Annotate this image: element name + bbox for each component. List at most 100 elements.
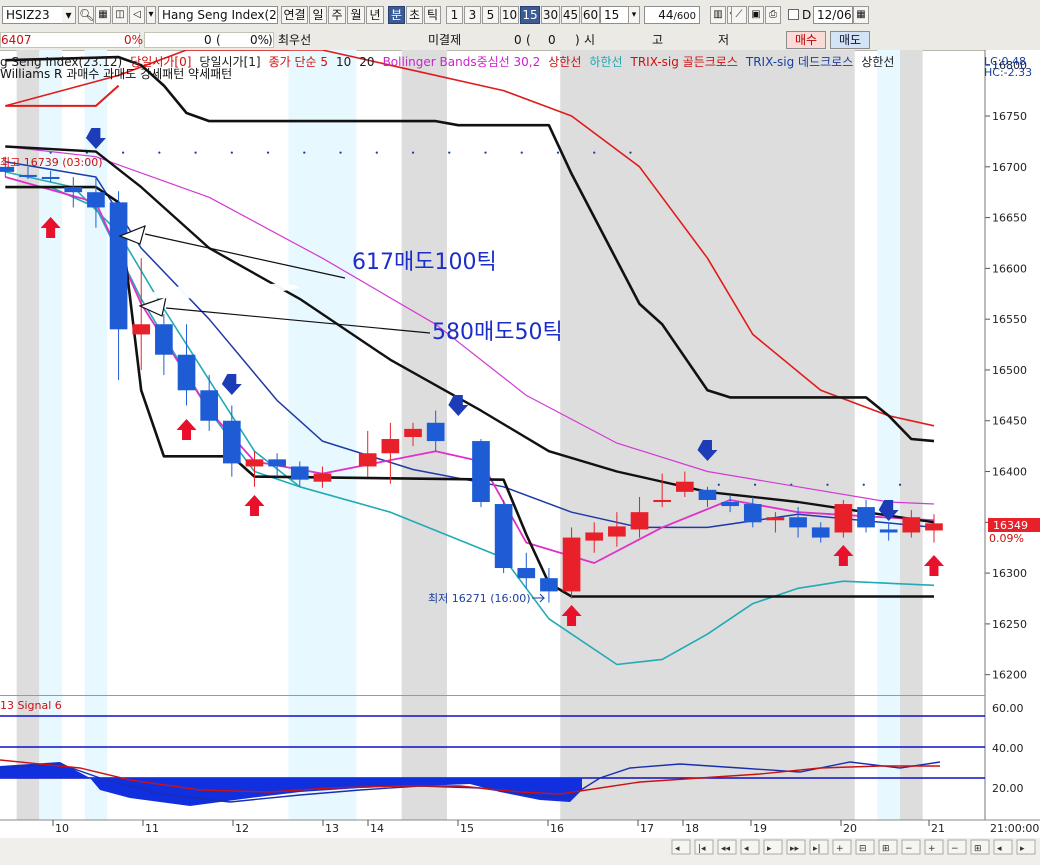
sub-y-tick-label: 40.00 bbox=[992, 742, 1024, 755]
scroll-control-icon: + bbox=[928, 844, 936, 854]
print-icon: ⎙ bbox=[769, 9, 777, 20]
candle-body bbox=[857, 507, 875, 528]
chart-toolbar: HSIZ23 ▾ 🔍︎ ▦ ◫ ◁ ▾ Hang Seng Index(23.1… bbox=[0, 0, 1040, 31]
date-field[interactable]: 12/06 bbox=[813, 6, 853, 24]
candlestick-chart[interactable]: 1680016750167001665016600165501650016450… bbox=[0, 49, 1040, 865]
candle-body bbox=[811, 527, 830, 538]
scroll-control-icon: ⊞ bbox=[974, 844, 982, 854]
legend-item: 10 bbox=[336, 55, 352, 69]
grid-button[interactable]: ▦ bbox=[95, 6, 111, 24]
minute-button-10[interactable]: 10 bbox=[500, 6, 519, 24]
session-high-label: 최고 16739 (03:00) bbox=[0, 156, 103, 169]
trend-line-icon: ⟋ bbox=[735, 9, 743, 20]
period-button-1[interactable]: 일 bbox=[309, 6, 327, 24]
scroll-control-icon: ▸ bbox=[1020, 844, 1025, 854]
resistance-dot bbox=[339, 151, 342, 154]
candle-body bbox=[608, 526, 626, 537]
sound-button[interactable]: ◁ bbox=[129, 6, 145, 24]
scroll-control-icon: ▸ bbox=[767, 844, 772, 854]
minute-button-3[interactable]: 3 bbox=[464, 6, 481, 24]
symbol-dropdown-button[interactable]: ▾ bbox=[62, 6, 76, 24]
calendar-button[interactable]: ▦ bbox=[853, 6, 869, 24]
indicator-button[interactable]: ▥ bbox=[710, 6, 726, 24]
date-checkbox[interactable] bbox=[788, 9, 799, 20]
date-label: D bbox=[802, 8, 812, 22]
candle-body bbox=[630, 512, 649, 530]
candle-body bbox=[109, 202, 128, 330]
change-pct: 0% bbox=[124, 33, 144, 47]
candle-body bbox=[925, 523, 943, 531]
minute-button-60[interactable]: 60 bbox=[581, 6, 600, 24]
period-button-2[interactable]: 주 bbox=[328, 6, 346, 24]
scroll-control-icon: ◂◂ bbox=[721, 844, 731, 854]
interval-dropdown-button[interactable]: ▾ bbox=[628, 6, 640, 24]
candle-body bbox=[902, 517, 921, 533]
candle-body bbox=[472, 441, 490, 503]
qty-value: 0 bbox=[204, 33, 212, 47]
open-interest-label: 미결제 bbox=[428, 33, 462, 47]
minute-button-30[interactable]: 30 bbox=[541, 6, 560, 24]
candle-body bbox=[155, 324, 173, 355]
sell-button[interactable]: 매도 bbox=[830, 31, 870, 49]
candle-body bbox=[41, 176, 60, 179]
minute-button-45[interactable]: 45 bbox=[561, 6, 580, 24]
interval-button-2[interactable]: 틱 bbox=[424, 6, 441, 24]
buy-signal-arrow bbox=[923, 555, 944, 576]
instrument-name-field[interactable]: Hang Seng Index(23.1 bbox=[158, 6, 278, 24]
oi-value: 0 bbox=[514, 33, 522, 47]
speaker-icon: ◁ bbox=[133, 9, 141, 20]
sell-signal-arrow bbox=[448, 395, 469, 416]
minute-button-5[interactable]: 5 bbox=[482, 6, 499, 24]
x-axis-end-time: 21:00:00 bbox=[990, 822, 1039, 835]
x-tick-label: 10 bbox=[55, 822, 69, 835]
y-tick-label: 16500 bbox=[992, 364, 1027, 377]
period-button-3[interactable]: 월 bbox=[347, 6, 365, 24]
period-button-4[interactable]: 년 bbox=[366, 6, 384, 24]
interval-button-1[interactable]: 초 bbox=[406, 6, 423, 24]
legend-item: 하한선 bbox=[589, 55, 623, 69]
candle-body bbox=[290, 466, 309, 480]
ohlc-open-label: 시 bbox=[584, 33, 596, 47]
candle-body bbox=[540, 578, 558, 592]
x-tick-label: 15 bbox=[460, 822, 474, 835]
minute-button-1[interactable]: 1 bbox=[446, 6, 463, 24]
period-button-0[interactable]: 연결 bbox=[281, 6, 308, 24]
candle-body bbox=[426, 422, 445, 442]
print-button[interactable]: ⎙ bbox=[765, 6, 781, 24]
candle-body bbox=[200, 390, 219, 421]
candle-body bbox=[245, 459, 264, 467]
y-tick-label: 16650 bbox=[992, 212, 1027, 225]
save-button[interactable]: ▣ bbox=[748, 6, 764, 24]
ohlc-high-label: 고 bbox=[652, 33, 664, 47]
minute-button-15[interactable]: 15 bbox=[520, 6, 540, 24]
candle-body bbox=[562, 537, 581, 592]
chevron-down-icon: ▾ bbox=[631, 10, 637, 20]
calendar-icon: ▦ bbox=[856, 9, 866, 20]
candle-body bbox=[313, 473, 332, 482]
interval-button-0[interactable]: 분 bbox=[388, 6, 405, 24]
menu-dropdown-button[interactable]: ▾ bbox=[146, 6, 156, 24]
candle-body bbox=[743, 504, 762, 523]
candle-body bbox=[834, 504, 853, 533]
qty-paren-close: ) bbox=[268, 33, 273, 47]
annotation-617: 617매도100틱 bbox=[352, 250, 497, 275]
search-button[interactable]: 🔍︎ bbox=[78, 6, 94, 24]
price-chart-area[interactable]: 16800 16750 16700 16650 16600 16550 16500 16450… bbox=[0, 49, 1040, 865]
x-tick-label: 17 bbox=[640, 822, 654, 835]
scroll-control-icon: ⊞ bbox=[882, 844, 890, 854]
resistance-dot bbox=[194, 151, 197, 154]
oi-paren-open: ( bbox=[526, 33, 531, 47]
y-tick-label: 16450 bbox=[992, 415, 1027, 428]
candle-body bbox=[222, 420, 241, 464]
sub-y-tick-label: 20.00 bbox=[992, 782, 1024, 795]
buy-button[interactable]: 매수 bbox=[786, 31, 826, 49]
legend-item: 종가 단순 5 bbox=[268, 55, 329, 69]
count-field[interactable]: 44/600 bbox=[644, 6, 700, 24]
candle-body bbox=[132, 324, 151, 335]
count-value: 44 bbox=[658, 8, 674, 22]
drawing-button[interactable]: ⟋ bbox=[731, 6, 747, 24]
buy-signal-arrow bbox=[176, 419, 197, 440]
x-tick-label: 13 bbox=[325, 822, 339, 835]
sub-panel-title: 13 Signal 6 bbox=[0, 699, 62, 712]
compare-button[interactable]: ◫ bbox=[112, 6, 128, 24]
